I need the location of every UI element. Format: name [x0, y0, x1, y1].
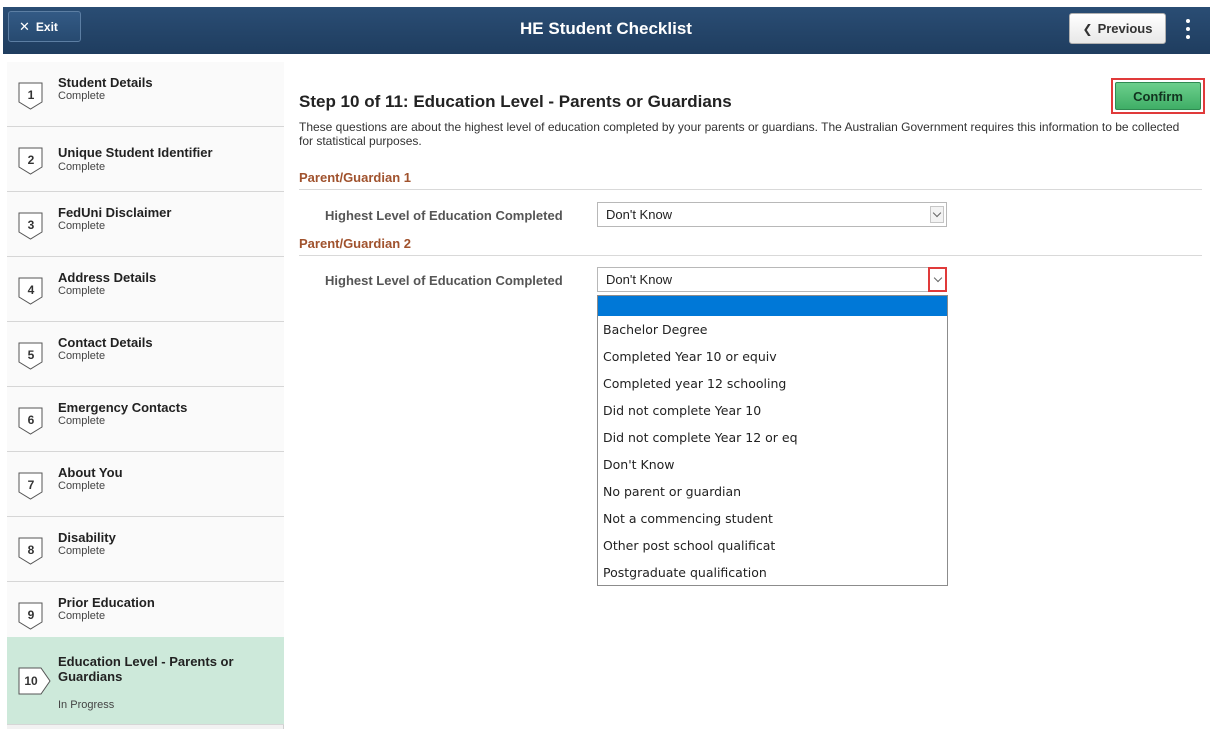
chevron-down-icon[interactable] — [928, 267, 947, 292]
education-select-parent-1[interactable]: Don't Know — [597, 202, 947, 227]
header-bar — [3, 7, 1210, 54]
step-status: Complete — [58, 610, 106, 622]
confirm-label: Confirm — [1115, 82, 1201, 110]
step-number: 1 — [27, 88, 35, 102]
select-value: Don't Know — [606, 272, 673, 287]
dropdown-option[interactable]: No parent or guardian — [598, 478, 947, 505]
step-title: Emergency Contacts — [58, 400, 188, 415]
exit-label: Exit — [35, 19, 58, 34]
step-status: Complete — [58, 415, 106, 427]
step-status: Complete — [58, 350, 106, 362]
section-heading-parent-2: Parent/Guardian 2 — [299, 236, 1202, 256]
dropdown-option[interactable]: Other post school qualificat — [598, 532, 947, 559]
step-title: Student Details — [58, 75, 153, 90]
step-number: 2 — [27, 153, 35, 167]
dropdown-option[interactable]: Bachelor Degree — [598, 316, 947, 343]
field-label-parent-2: Highest Level of Education Completed — [325, 273, 563, 288]
intro-text: These questions are about the highest le… — [299, 120, 1180, 148]
step-title: Education Level - Parents or Guardians — [58, 654, 234, 684]
step-sidebar: 1 Student Details Complete 2 Unique Stud… — [7, 62, 284, 729]
sidebar-item-disability[interactable]: 8 Disability Complete — [7, 517, 284, 582]
dropdown-option[interactable]: Completed Year 10 or equiv — [598, 343, 947, 370]
section-heading-parent-1: Parent/Guardian 1 — [299, 170, 1202, 190]
step-number: 3 — [27, 218, 35, 232]
exit-button[interactable]: ✕ Exit — [8, 11, 81, 42]
dot — [1186, 27, 1190, 31]
step-heading: Step 10 of 11: Education Level - Parents… — [299, 92, 732, 111]
education-dropdown-list: Bachelor Degree Completed Year 10 or equ… — [597, 295, 948, 586]
sidebar-item-feduni-disclaimer[interactable]: 3 FedUni Disclaimer Complete — [7, 192, 284, 257]
step-title: About You — [58, 465, 123, 480]
step-number: 4 — [27, 283, 35, 297]
step-status: Complete — [58, 90, 106, 102]
more-actions-icon[interactable] — [1177, 14, 1199, 44]
step-title: FedUni Disclaimer — [58, 205, 172, 220]
close-icon: ✕ — [19, 18, 30, 34]
step-number: 6 — [27, 413, 35, 427]
step-status: Complete — [58, 285, 106, 297]
sidebar-item-education-level-parents[interactable]: 10 Education Level - Parents or Guardian… — [7, 637, 284, 725]
step-title: Address Details — [58, 270, 157, 285]
dropdown-option[interactable]: Completed year 12 schooling — [598, 370, 947, 397]
education-select-parent-2[interactable]: Don't Know — [597, 267, 947, 292]
dropdown-option[interactable]: Not a commencing student — [598, 505, 947, 532]
dot — [1186, 19, 1190, 23]
chevron-left-icon: ❮ — [1082, 21, 1093, 36]
field-label-parent-1: Highest Level of Education Completed — [325, 208, 563, 223]
step-number: 7 — [27, 478, 35, 492]
step-title: Prior Education — [58, 595, 155, 610]
sidebar-item-address-details[interactable]: 4 Address Details Complete — [7, 257, 284, 322]
step-number: 10 — [24, 674, 38, 688]
sidebar-item-emergency-contacts[interactable]: 6 Emergency Contacts Complete — [7, 387, 284, 452]
step-title: Contact Details — [58, 335, 153, 350]
step-status: In Progress — [58, 699, 115, 711]
dropdown-option[interactable]: Did not complete Year 10 — [598, 397, 947, 424]
step-status: Complete — [58, 545, 106, 557]
step-number: 9 — [27, 608, 35, 622]
sidebar-item-student-details[interactable]: 1 Student Details Complete — [7, 62, 284, 127]
step-status: Complete — [58, 161, 106, 173]
sidebar-item-unique-student-identifier[interactable]: 2 Unique Student Identifier Complete — [7, 127, 284, 192]
dropdown-option[interactable]: Don't Know — [598, 451, 947, 478]
main-content: Confirm Step 10 of 11: Education Level -… — [285, 62, 1212, 729]
sidebar-item-about-you[interactable]: 7 About You Complete — [7, 452, 284, 517]
dropdown-option-blank[interactable] — [598, 296, 947, 316]
select-value: Don't Know — [606, 207, 673, 222]
previous-label: Previous — [1097, 21, 1153, 36]
step-number: 5 — [27, 348, 35, 362]
step-number: 8 — [27, 543, 35, 557]
confirm-button[interactable]: Confirm — [1111, 78, 1205, 114]
top-bar: ✕ Exit HE Student Checklist ❮ Previous — [0, 0, 1212, 56]
sidebar-item-contact-details[interactable]: 5 Contact Details Complete — [7, 322, 284, 387]
dot — [1186, 35, 1190, 39]
step-status: Complete — [58, 480, 106, 492]
dropdown-option[interactable]: Did not complete Year 12 or eq — [598, 424, 947, 451]
previous-button[interactable]: ❮ Previous — [1069, 13, 1166, 44]
dropdown-option[interactable]: Postgraduate qualification — [598, 559, 947, 586]
step-title: Disability — [58, 530, 116, 545]
step-title: Unique Student Identifier — [58, 145, 213, 160]
chevron-down-icon[interactable] — [930, 206, 944, 223]
step-status: Complete — [58, 220, 106, 232]
